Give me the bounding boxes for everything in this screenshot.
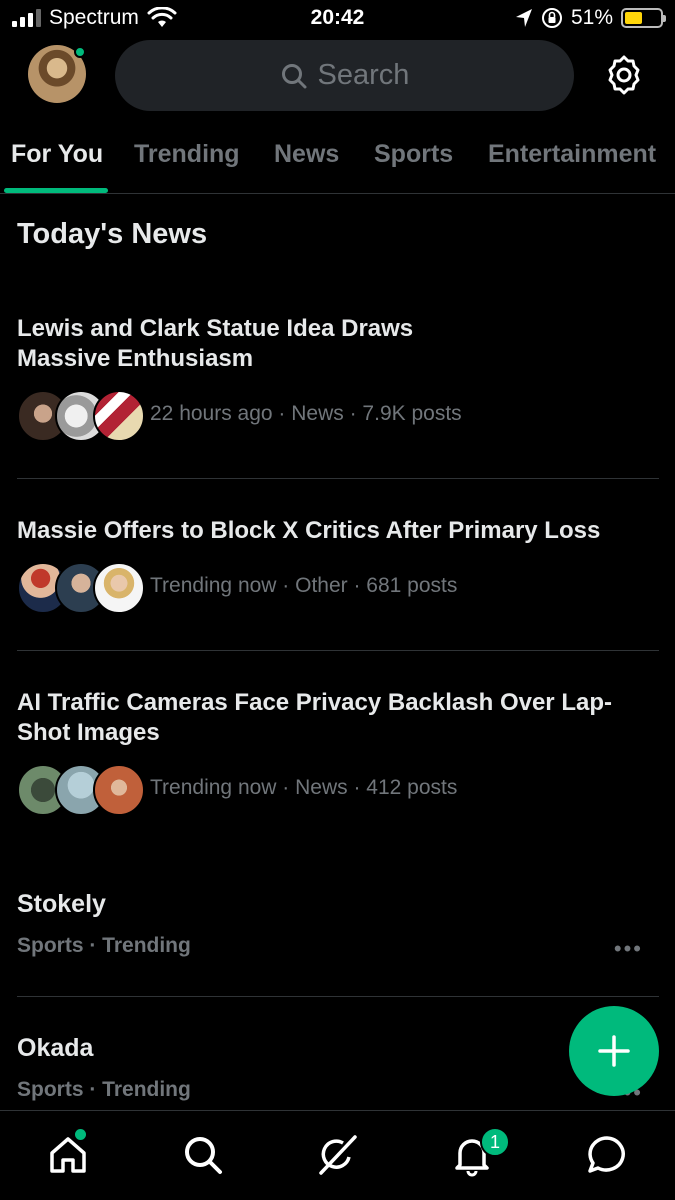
tab-sports[interactable]: Sports bbox=[374, 140, 453, 169]
trend-name: Okada bbox=[17, 1034, 94, 1062]
story-avatars bbox=[17, 562, 145, 614]
messages-icon[interactable] bbox=[585, 1133, 629, 1177]
online-indicator bbox=[74, 46, 86, 58]
avatar bbox=[93, 764, 145, 816]
explore-search-icon[interactable] bbox=[181, 1133, 225, 1177]
avatar bbox=[93, 390, 145, 442]
section-title: Today's News bbox=[17, 218, 208, 250]
home-icon[interactable] bbox=[46, 1133, 90, 1177]
grok-icon[interactable] bbox=[315, 1133, 359, 1177]
battery-percent: 51% bbox=[570, 6, 613, 29]
divider bbox=[17, 478, 659, 479]
story-headline: AI Traffic Cameras Face Privacy Backlash… bbox=[17, 689, 612, 746]
settings-gear-icon[interactable] bbox=[603, 54, 645, 96]
plus-icon bbox=[598, 1035, 630, 1067]
battery-fill bbox=[625, 12, 643, 24]
home-unread-indicator bbox=[75, 1129, 86, 1140]
tab-news[interactable]: News bbox=[274, 140, 339, 169]
story-headline: Massie Offers to Block X Critics After P… bbox=[17, 517, 601, 544]
trend-category: Sports · Trending bbox=[17, 1078, 191, 1101]
battery-icon bbox=[621, 8, 666, 28]
status-right: 51% bbox=[515, 6, 666, 30]
story-meta: Trending now · Other · 681 posts bbox=[150, 574, 458, 597]
news-story[interactable]: Massie Offers to Block X Critics After P… bbox=[17, 516, 657, 626]
story-avatars bbox=[17, 764, 145, 816]
story-meta: 22 hours ago · News · 7.9K posts bbox=[150, 402, 462, 425]
search-bar[interactable]: Search bbox=[115, 40, 574, 111]
compose-post-button[interactable] bbox=[569, 1006, 659, 1096]
profile-avatar[interactable] bbox=[28, 45, 86, 103]
search-placeholder: Search bbox=[317, 59, 410, 91]
trend-category: Sports · Trending bbox=[17, 934, 191, 957]
active-tab-indicator bbox=[4, 188, 108, 193]
divider bbox=[17, 650, 659, 651]
news-story[interactable]: AI Traffic Cameras Face Privacy Backlash… bbox=[17, 688, 657, 828]
story-headline: Lewis and Clark Statue Idea Draws Massiv… bbox=[17, 315, 414, 372]
trend-item[interactable]: Okada Sports · Trending ••• bbox=[17, 1034, 657, 1110]
bottom-tab-bar: 1 bbox=[0, 1110, 675, 1200]
story-avatars bbox=[17, 390, 145, 442]
more-options-icon[interactable]: ••• bbox=[614, 936, 643, 962]
tab-entertainment[interactable]: Entertainment bbox=[488, 140, 656, 169]
orientation-lock-icon bbox=[541, 8, 562, 28]
news-story[interactable]: Lewis and Clark Statue Idea Draws Massiv… bbox=[17, 314, 657, 444]
story-meta: Trending now · News · 412 posts bbox=[150, 776, 458, 799]
trend-name: Stokely bbox=[17, 890, 106, 918]
status-bar: Spectrum 20:42 51% bbox=[0, 0, 675, 40]
divider bbox=[17, 996, 659, 997]
trend-item[interactable]: Stokely Sports · Trending ••• bbox=[17, 890, 657, 970]
location-arrow-icon bbox=[515, 9, 532, 27]
search-icon bbox=[281, 63, 307, 88]
tab-for-you[interactable]: For You bbox=[11, 140, 103, 169]
avatar bbox=[93, 562, 145, 614]
tab-trending[interactable]: Trending bbox=[134, 140, 240, 169]
explore-tabs: For You Trending News Sports Entertainme… bbox=[0, 128, 675, 194]
notifications-badge: 1 bbox=[480, 1127, 510, 1157]
